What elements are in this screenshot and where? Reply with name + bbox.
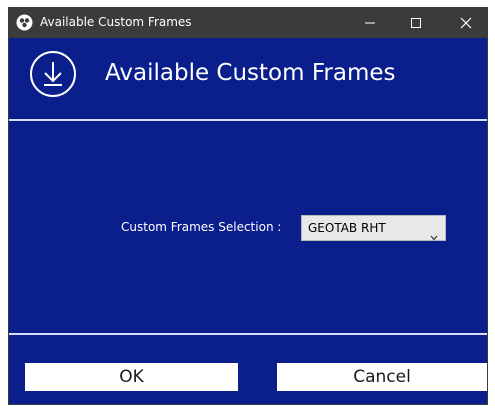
maximize-button[interactable]: [393, 8, 439, 38]
title-bar[interactable]: Available Custom Frames: [9, 8, 487, 38]
footer-divider: [9, 333, 487, 335]
custom-frames-selection-label: Custom Frames Selection :: [121, 220, 282, 234]
page-title: Available Custom Frames: [105, 60, 396, 86]
download-circle-icon: [28, 49, 78, 99]
close-icon: [460, 17, 472, 29]
header-divider: [9, 119, 487, 121]
app-logo-icon: [16, 14, 33, 31]
close-button[interactable]: [443, 8, 487, 38]
custom-frames-dropdown[interactable]: GEOTAB RHT: [301, 215, 446, 241]
ok-button[interactable]: OK: [25, 363, 238, 391]
minimize-icon: [364, 17, 376, 29]
dropdown-selected-value: GEOTAB RHT: [308, 221, 386, 235]
dialog-window: Available Custom Frames Available Custom…: [8, 7, 488, 405]
cancel-button[interactable]: Cancel: [277, 363, 487, 391]
window-title: Available Custom Frames: [40, 15, 192, 29]
chevron-down-icon: [430, 226, 438, 241]
minimize-button[interactable]: [347, 8, 393, 38]
maximize-icon: [410, 17, 422, 29]
